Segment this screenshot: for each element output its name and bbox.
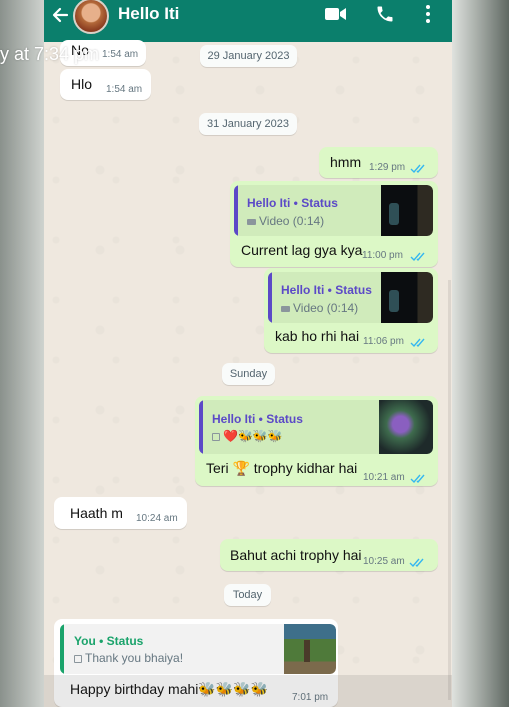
message-time: 1:29 pm [369,162,406,173]
contact-name[interactable]: Hello Iti [118,4,179,24]
message-text: Bahut achi trophy hai [230,547,362,563]
message-outgoing[interactable]: hmm 1:29 pm [319,147,438,178]
message-text-end: trophy kidhar hai [253,460,358,476]
quote-bar [60,624,64,674]
date-chip: 29 January 2023 [200,45,297,67]
message-time: 10:21 am [363,472,405,483]
chat-header: Hello Iti [44,0,452,42]
quote-title: Hello Iti • Status [247,196,338,210]
date-chip: Sunday [222,363,275,385]
message-incoming[interactable]: Haath m 10:24 am [54,497,187,529]
quote-title: You • Status [74,634,144,648]
chat-screen: Hello Iti No 1:54 am 29 January 2023 Hlo… [44,0,452,707]
quote-bar [268,272,272,323]
scrollbar[interactable] [448,280,451,700]
bottom-shade [44,675,452,707]
message-text: kab ho rhi hai [275,328,360,344]
status-thumbnail [284,624,336,674]
avatar[interactable] [73,0,109,34]
quote-title: Hello Iti • Status [281,283,372,297]
message-incoming[interactable]: Hlo 1:54 am [60,69,151,100]
quote-title: Hello Iti • Status [212,412,303,426]
message-text: Current lag gya kya [241,242,363,258]
message-text: Haath m [70,505,123,521]
message-text-start: Teri [206,460,229,476]
message-text: Teri 🏆 trophy kidhar hai [206,460,357,477]
read-ticks-icon [410,335,427,351]
message-time: 10:25 am [363,556,405,567]
status-reply-quote[interactable]: Hello Iti • Status ❤️🐝🐝🐝 [199,400,433,454]
status-reply-quote[interactable]: Hello Iti • Status Video (0:14) [234,185,433,236]
quote-subtitle-text: Video (0:14) [259,214,325,228]
date-chip: Today [224,584,271,606]
video-icon [281,305,290,312]
message-outgoing-reply[interactable]: Hello Iti • Status ❤️🐝🐝🐝 Teri 🏆 trophy k… [195,396,438,486]
background-right [452,0,509,707]
message-time: 10:24 am [136,513,178,524]
message-outgoing-reply[interactable]: Hello Iti • Status Video (0:14) kab ho r… [264,268,438,353]
message-time: 11:00 pm [362,250,403,261]
quote-subtitle: ❤️🐝🐝🐝 [212,429,283,443]
status-reply-quote[interactable]: You • Status Thank you bhaiya! [60,624,336,674]
voice-call-icon[interactable] [375,4,395,29]
quote-bar [234,185,238,236]
quote-subtitle-text: ❤️🐝🐝🐝 [223,429,283,443]
image-icon [212,432,220,441]
more-options-icon[interactable] [425,4,431,29]
read-ticks-icon [409,555,426,571]
status-thumbnail [381,185,433,236]
trophy-emoji: 🏆 [232,460,250,476]
background-left [0,0,44,707]
message-time: 11:06 pm [363,336,404,347]
message-time: 1:54 am [102,49,139,60]
status-thumbnail [379,400,433,454]
read-ticks-icon [410,471,427,487]
message-time: 1:54 am [106,84,143,95]
message-text: Hlo [71,76,93,92]
image-icon [74,654,82,663]
back-arrow-icon[interactable] [50,4,70,34]
quote-subtitle: Video (0:14) [281,301,358,315]
status-reply-quote[interactable]: Hello Iti • Status Video (0:14) [268,272,433,323]
quote-bar [199,400,203,454]
video-icon [247,218,256,225]
quote-subtitle-text: Thank you bhaiya! [85,651,184,665]
overlay-caption: y at 7:34 pm [0,44,100,64]
read-ticks-icon [410,161,427,177]
quote-subtitle: Thank you bhaiya! [74,651,183,665]
quote-subtitle-text: Video (0:14) [293,301,359,315]
quote-subtitle: Video (0:14) [247,214,324,228]
message-outgoing-reply[interactable]: Hello Iti • Status Video (0:14) Current … [230,181,438,267]
read-ticks-icon [410,249,427,265]
status-thumbnail [381,272,433,323]
date-chip: 31 January 2023 [199,113,297,135]
video-call-icon[interactable] [325,6,347,27]
message-text: hmm [330,154,362,170]
message-outgoing[interactable]: Bahut achi trophy hai 10:25 am [220,539,438,571]
